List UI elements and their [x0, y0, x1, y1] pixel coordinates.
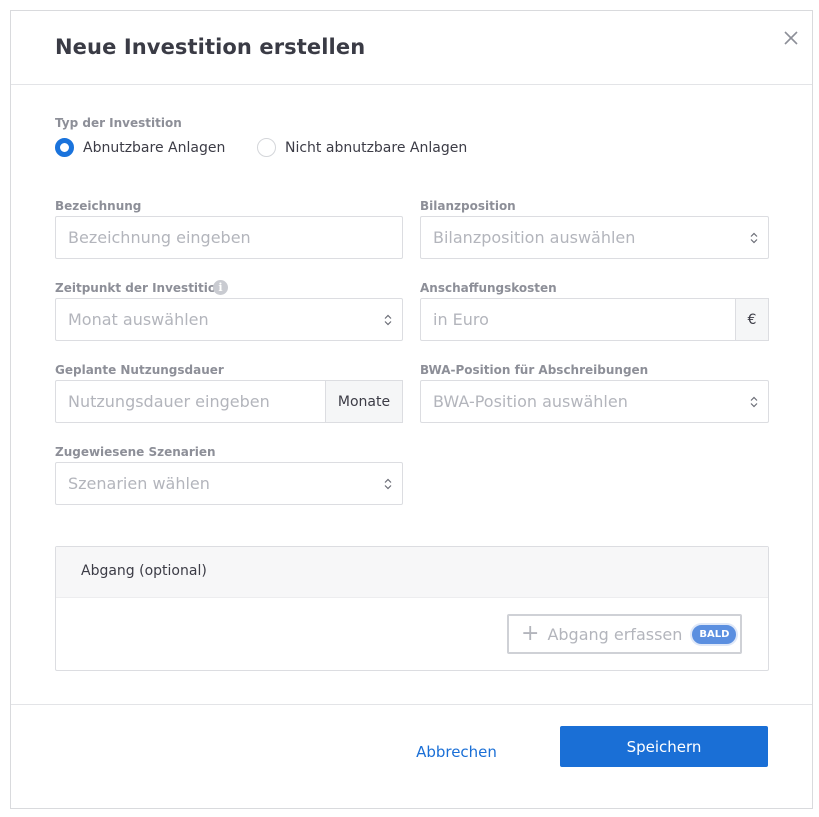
zeitpunkt-label: Zeitpunkt der Investition: [55, 281, 225, 295]
create-investment-dialog: Neue Investition erstellen Typ der Inves…: [10, 10, 813, 809]
investment-type-label: Typ der Investition: [55, 116, 182, 130]
plus-icon: +: [521, 621, 540, 646]
save-button[interactable]: Speichern: [560, 726, 768, 767]
bilanzposition-label: Bilanzposition: [420, 199, 516, 213]
radio-nicht-abnutzbare-anlagen[interactable]: Nicht abnutzbare Anlagen: [257, 138, 467, 157]
bwa-select[interactable]: BWA-Position auswählen: [420, 380, 769, 423]
sort-arrows-icon: [384, 478, 392, 490]
szenarien-placeholder: Szenarien wählen: [68, 474, 210, 493]
nutzungsdauer-placeholder: Nutzungsdauer eingeben: [68, 392, 270, 411]
bezeichnung-label: Bezeichnung: [55, 199, 142, 213]
zeitpunkt-select[interactable]: Monat auswählen: [55, 298, 403, 341]
bwa-label: BWA-Position für Abschreibungen: [420, 363, 649, 377]
anschaffungskosten-label: Anschaffungskosten: [420, 281, 557, 295]
radio-label: Nicht abnutzbare Anlagen: [285, 139, 468, 156]
coming-soon-badge: BALD: [690, 622, 739, 646]
dialog-title: Neue Investition erstellen: [55, 35, 366, 59]
abgang-erfassen-button[interactable]: + Abgang erfassen BALD: [507, 614, 742, 654]
nutzungsdauer-input[interactable]: Nutzungsdauer eingeben Monate: [55, 380, 403, 423]
nutzungsdauer-label: Geplante Nutzungsdauer: [55, 363, 224, 377]
bezeichnung-placeholder: Bezeichnung eingeben: [68, 228, 251, 247]
zeitpunkt-placeholder: Monat auswählen: [68, 310, 209, 329]
radio-unchecked-icon: [257, 138, 276, 157]
radio-abnutzbare-anlagen[interactable]: Abnutzbare Anlagen: [55, 138, 225, 157]
sort-arrows-icon: [750, 232, 758, 244]
abgang-panel-title: Abgang (optional): [81, 563, 207, 579]
szenarien-select[interactable]: Szenarien wählen: [55, 462, 403, 505]
bwa-placeholder: BWA-Position auswählen: [433, 392, 628, 411]
sort-arrows-icon: [750, 396, 758, 408]
info-icon[interactable]: i: [213, 280, 228, 295]
abgang-panel: Abgang (optional) + Abgang erfassen BALD: [55, 546, 769, 671]
dialog-header: Neue Investition erstellen: [11, 11, 812, 85]
close-icon[interactable]: [780, 27, 802, 49]
anschaffungskosten-input[interactable]: in Euro €: [420, 298, 769, 341]
szenarien-label: Zugewiesene Szenarien: [55, 445, 216, 459]
abgang-erfassen-label: Abgang erfassen: [547, 624, 683, 644]
sort-arrows-icon: [384, 314, 392, 326]
abgang-panel-header: Abgang (optional): [56, 547, 768, 598]
bilanzposition-placeholder: Bilanzposition auswählen: [433, 228, 636, 247]
radio-checked-icon: [55, 138, 74, 157]
euro-unit-addon: €: [735, 298, 769, 341]
monate-unit-addon: Monate: [325, 380, 403, 423]
dialog-footer: Abbrechen Speichern: [11, 704, 812, 808]
radio-label: Abnutzbare Anlagen: [83, 139, 226, 156]
bilanzposition-select[interactable]: Bilanzposition auswählen: [420, 216, 769, 259]
bezeichnung-input[interactable]: Bezeichnung eingeben: [55, 216, 403, 259]
cancel-button[interactable]: Abbrechen: [394, 732, 519, 772]
anschaffungskosten-placeholder: in Euro: [433, 310, 489, 329]
